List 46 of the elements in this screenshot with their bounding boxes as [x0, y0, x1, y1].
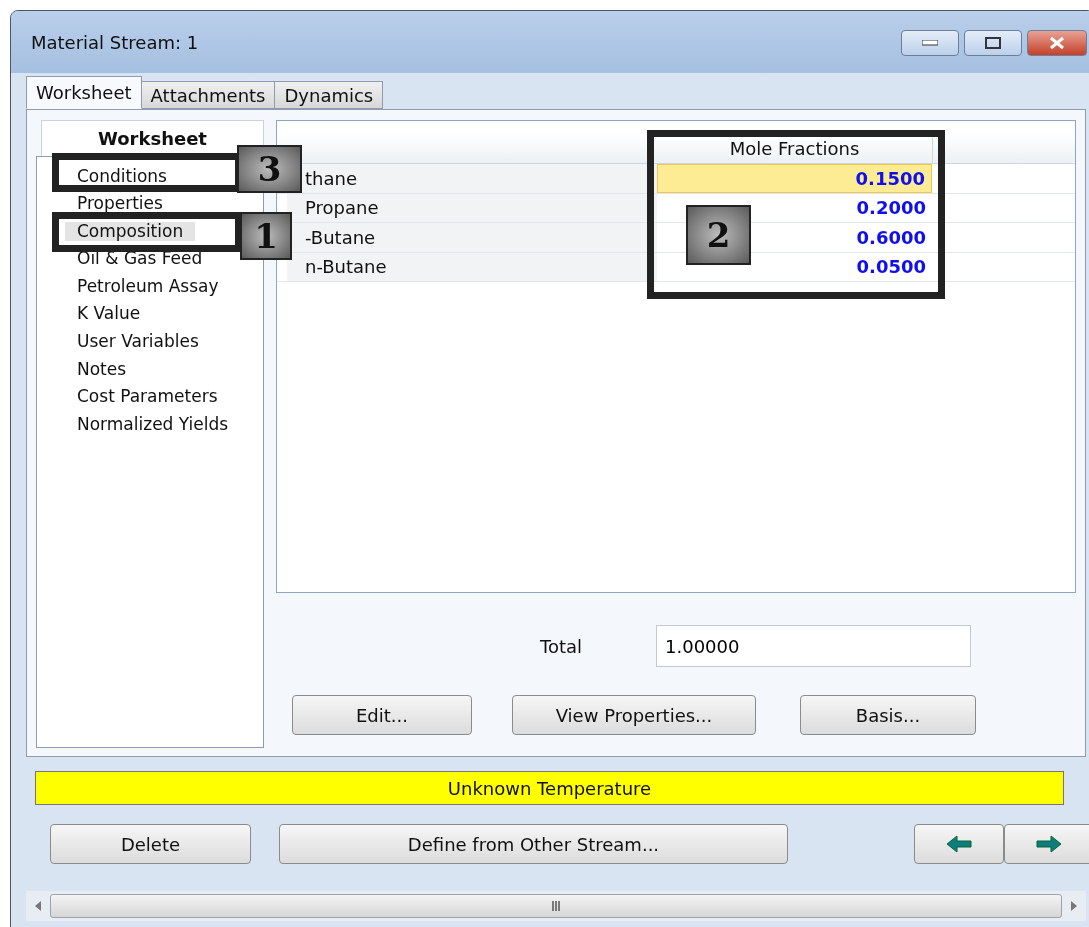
next-button[interactable]	[1004, 824, 1089, 864]
action-button[interactable]: Edit...	[292, 695, 472, 735]
total-field[interactable]: 1.00000	[656, 625, 971, 667]
action-button[interactable]: Basis...	[800, 695, 976, 735]
delete-button[interactable]: Delete	[50, 824, 251, 864]
scroll-thumb[interactable]	[50, 894, 1062, 918]
status-bar: Unknown Temperature	[35, 771, 1064, 805]
previous-button[interactable]	[913, 824, 1004, 864]
minimize-button[interactable]	[901, 30, 959, 56]
tab[interactable]: Dynamics	[274, 81, 384, 109]
total-label: Total	[540, 635, 584, 657]
maximize-icon	[985, 37, 1001, 49]
minimize-icon	[922, 40, 938, 46]
tab[interactable]: Worksheet	[26, 76, 142, 109]
right-arrow-icon	[1036, 835, 1062, 853]
sidebar-title: Worksheet	[41, 120, 264, 156]
callout-number: 3	[237, 145, 302, 193]
scroll-right-icon[interactable]	[1070, 901, 1078, 911]
fraction-value[interactable]: 0.0500	[856, 256, 926, 278]
close-button[interactable]	[1027, 30, 1087, 56]
component-name: n-Butane	[287, 252, 657, 281]
sidebar-item[interactable]: Properties	[65, 194, 175, 214]
fraction-value[interactable]: 0.1500	[855, 167, 925, 189]
sidebar-item[interactable]: Petroleum Assay	[65, 276, 231, 296]
sidebar-item[interactable]: User Variables	[65, 332, 211, 352]
sidebar-item[interactable]: Notes	[65, 359, 139, 379]
callout-number: 1	[240, 212, 292, 260]
sidebar-item[interactable]: Conditions	[65, 166, 179, 186]
sidebar-item[interactable]: Cost Parameters	[65, 387, 230, 407]
maximize-button[interactable]	[964, 30, 1022, 56]
define-button[interactable]: Define from Other Stream...	[278, 824, 788, 864]
component-name: Propane	[287, 193, 657, 222]
horizontal-scrollbar[interactable]	[26, 891, 1086, 921]
column-header: Mole Fractions	[657, 133, 933, 163]
window-title: Material Stream: 1	[31, 31, 199, 53]
callout-number: 2	[686, 205, 751, 265]
scroll-left-icon[interactable]	[34, 901, 42, 911]
sidebar-item[interactable]: K Value	[65, 304, 153, 324]
sidebar-item[interactable]: Composition	[65, 221, 196, 241]
close-icon	[1048, 36, 1066, 50]
fraction-value[interactable]: 0.2000	[856, 197, 926, 219]
left-arrow-icon	[945, 835, 972, 853]
fraction-value[interactable]: 0.6000	[856, 226, 926, 248]
sidebar-item[interactable]: Normalized Yields	[65, 414, 241, 434]
tab[interactable]: Attachments	[140, 81, 276, 109]
action-button[interactable]: View Properties...	[512, 695, 756, 735]
